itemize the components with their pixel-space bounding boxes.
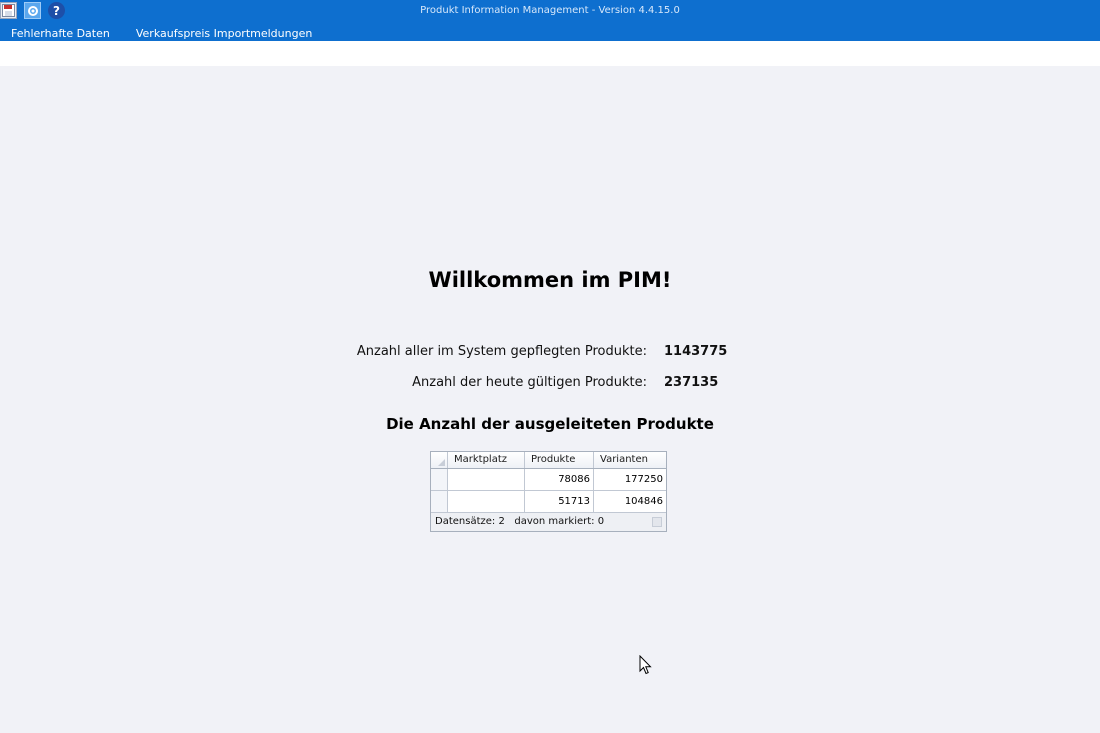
app-title: Produkt Information Management - Version… — [420, 5, 680, 16]
column-header-varianten[interactable]: Varianten — [594, 452, 666, 468]
table-row[interactable]: 51713 104846 — [431, 491, 666, 513]
menu-bar: Fehlerhafte Daten Verkaufspreis Importme… — [0, 27, 323, 41]
grid-footer: Datensätze: 2 davon markiert: 0 — [431, 513, 666, 531]
grid-header: Marktplatz Produkte Varianten — [431, 452, 666, 469]
export-icon[interactable] — [652, 517, 662, 527]
cell-marktplatz[interactable] — [448, 469, 525, 490]
select-all-corner[interactable] — [431, 452, 448, 468]
stat-value: 1143775 — [664, 344, 728, 359]
stat-label: Anzahl der heute gültigen Produkte: — [412, 375, 647, 390]
row-selector[interactable] — [431, 491, 448, 512]
cell-produkte[interactable]: 78086 — [525, 469, 594, 490]
cell-marktplatz[interactable] — [448, 491, 525, 512]
row-selector[interactable] — [431, 469, 448, 490]
cell-varianten[interactable]: 104846 — [594, 491, 666, 512]
stat-value: 237135 — [664, 375, 719, 390]
mouse-cursor-icon — [639, 654, 652, 679]
column-header-produkte[interactable]: Produkte — [525, 452, 594, 468]
column-header-marktplatz[interactable]: Marktplatz — [448, 452, 525, 468]
marked-count: 0 — [597, 516, 605, 527]
records-label: Datensätze: — [435, 516, 496, 527]
toolbar-area — [0, 41, 1100, 66]
cell-produkte[interactable]: 51713 — [525, 491, 594, 512]
stat-row-valid-products: Anzahl der heute gültigen Produkte: 2371… — [0, 375, 1100, 393]
welcome-heading: Willkommen im PIM! — [428, 268, 672, 292]
stat-label: Anzahl aller im System gepflegten Produk… — [356, 344, 647, 359]
menu-item-verkaufspreis-importmeldungen[interactable]: Verkaufspreis Importmeldungen — [121, 27, 323, 41]
corner-triangle-icon — [438, 459, 445, 466]
export-heading: Die Anzahl der ausgeleiteten Produkte — [386, 415, 714, 433]
stat-row-all-products: Anzahl aller im System gepflegten Produk… — [0, 344, 1100, 362]
table-row[interactable]: 78086 177250 — [431, 469, 666, 491]
records-count: 2 — [498, 516, 505, 527]
cell-varianten[interactable]: 177250 — [594, 469, 666, 490]
export-grid[interactable]: Marktplatz Produkte Varianten 78086 1772… — [430, 451, 667, 532]
menu-item-fehlerhafte-daten[interactable]: Fehlerhafte Daten — [0, 27, 121, 41]
marked-label: davon markiert: — [514, 516, 595, 527]
title-bar: ? Produkt Information Management - Versi… — [0, 0, 1100, 41]
